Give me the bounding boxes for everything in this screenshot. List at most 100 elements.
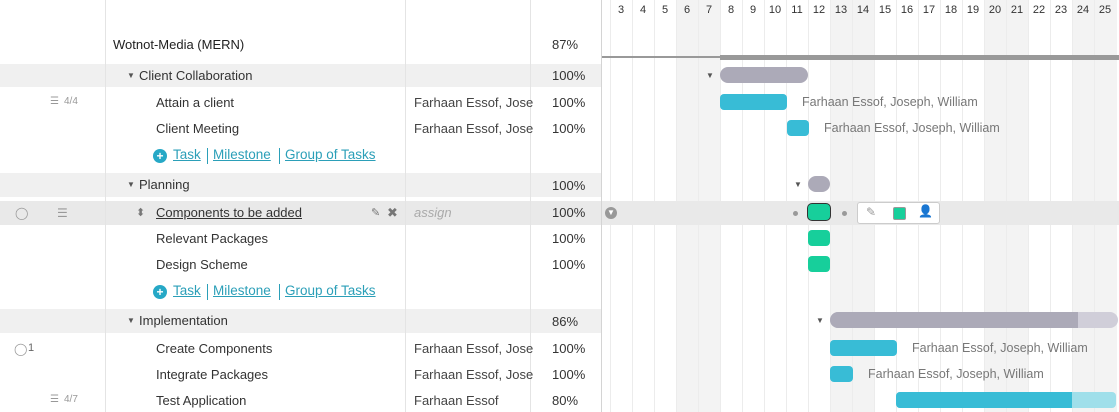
task-bar[interactable]	[787, 120, 809, 136]
task-percent: 100%	[552, 121, 586, 136]
group-name[interactable]: Implementation	[139, 313, 228, 329]
grid-divider	[105, 0, 106, 412]
link-dot[interactable]	[793, 211, 798, 216]
day-number: 24	[1076, 4, 1090, 16]
day-number: 4	[639, 4, 647, 16]
task-percent: 100%	[552, 205, 586, 220]
row-menu-icon[interactable]: ▼	[605, 207, 617, 219]
group-percent: 100%	[552, 178, 586, 193]
task-name[interactable]: Integrate Packages	[156, 367, 268, 383]
add-milestone-link[interactable]: Milestone	[213, 147, 271, 162]
collapse-triangle-icon[interactable]: ▼	[127, 180, 135, 189]
day-number: 23	[1054, 4, 1068, 16]
comment-icon[interactable]: ◯	[14, 342, 27, 356]
grid-divider	[405, 0, 406, 412]
add-task-link[interactable]: Task	[173, 283, 201, 298]
day-number: 22	[1032, 4, 1046, 16]
checklist-icon[interactable]: ☰	[50, 96, 59, 107]
checklist-count: 4/7	[64, 394, 78, 405]
link-dot[interactable]	[842, 211, 847, 216]
comment-icon[interactable]: ◯	[15, 206, 28, 220]
task-assignee[interactable]: Farhaan Essof, Jose	[414, 367, 533, 382]
task-bar[interactable]	[830, 340, 897, 356]
task-percent: 80%	[552, 393, 579, 408]
checklist-icon[interactable]: ☰	[50, 394, 59, 405]
bar-assignee-label: Farhaan Essof, Joseph, William	[912, 341, 1088, 355]
add-group-link[interactable]: Group of Tasks	[285, 147, 376, 162]
project-name[interactable]: Wotnot-Media (MERN)	[113, 37, 244, 53]
link-separator	[207, 284, 208, 300]
day-number: 8	[727, 4, 735, 16]
task-assignee[interactable]: Farhaan Essof	[414, 393, 499, 408]
task-bar[interactable]	[830, 366, 853, 382]
task-assignee[interactable]: Farhaan Essof, Jose	[414, 95, 533, 110]
collapse-triangle-icon[interactable]: ▼	[794, 180, 802, 189]
drag-handle-icon[interactable]: ⬍	[136, 206, 145, 219]
task-percent: 100%	[552, 341, 586, 356]
day-number: 25	[1098, 4, 1112, 16]
day-number: 3	[617, 4, 625, 16]
task-name[interactable]: Relevant Packages	[156, 231, 268, 247]
group-bar-progress	[830, 312, 1078, 328]
milestone-bar-selected[interactable]	[808, 204, 830, 220]
gantt-chart[interactable]: 3 4 5 6 7 8 9 10 11 12 13 14 15 16 17 18 19 20 21 22 23 24 25 …	[602, 0, 1119, 412]
collapse-triangle-icon[interactable]: ▼	[816, 316, 824, 325]
person-icon[interactable]: 👤	[918, 204, 933, 218]
delete-x-icon[interactable]: ✖	[387, 205, 398, 221]
assign-placeholder[interactable]: assign	[414, 205, 452, 220]
checklist-count: 4/4	[64, 96, 78, 107]
task-assignee[interactable]: Farhaan Essof, Jose	[414, 341, 533, 356]
add-task-link[interactable]: Task	[173, 147, 201, 162]
group-bar[interactable]	[720, 67, 808, 83]
task-percent: 100%	[552, 257, 586, 272]
add-icon[interactable]: +	[153, 149, 167, 163]
day-number: 12	[812, 4, 826, 16]
add-milestone-link[interactable]: Milestone	[213, 283, 271, 298]
day-number: 10	[768, 4, 782, 16]
task-percent: 100%	[552, 95, 586, 110]
add-icon[interactable]: +	[153, 285, 167, 299]
task-name[interactable]: Client Meeting	[156, 121, 239, 137]
group-name[interactable]: Planning	[139, 177, 190, 193]
collapse-triangle-icon[interactable]: ▼	[706, 71, 714, 80]
collapse-triangle-icon[interactable]: ▼	[127, 71, 135, 80]
link-separator	[279, 148, 280, 164]
color-swatch-icon[interactable]	[893, 207, 906, 220]
task-name[interactable]: Test Application	[156, 393, 246, 409]
day-number: 14	[856, 4, 870, 16]
day-number: 7	[705, 4, 713, 16]
day-number: 21	[1010, 4, 1024, 16]
task-bar-progress	[896, 392, 1072, 408]
task-name[interactable]: Design Scheme	[156, 257, 248, 273]
project-percent: 87%	[552, 37, 579, 52]
group-name[interactable]: Client Collaboration	[139, 68, 252, 84]
task-bar[interactable]	[720, 94, 787, 110]
group-row-bg	[0, 173, 601, 197]
task-name[interactable]: Components to be added	[156, 205, 302, 221]
group-percent: 86%	[552, 314, 579, 329]
group-bar[interactable]	[808, 176, 830, 192]
task-name[interactable]: Attain a client	[156, 95, 234, 111]
edit-pencil-icon[interactable]: ✎	[371, 206, 380, 219]
project-summary-bar	[720, 55, 1119, 60]
task-assignee[interactable]: Farhaan Essof, Jose	[414, 121, 533, 136]
day-number: 11	[791, 4, 803, 16]
day-number: 17	[922, 4, 936, 16]
task-name[interactable]: Create Components	[156, 341, 272, 357]
day-number: 18	[944, 4, 958, 16]
day-number: 9	[749, 4, 757, 16]
milestone-bar[interactable]	[808, 230, 830, 246]
day-number: 19	[966, 4, 980, 16]
group-row-bg	[0, 64, 601, 87]
checklist-icon[interactable]: ☰	[57, 206, 68, 220]
bar-assignee-label: Farhaan Essof, Joseph, William	[824, 121, 1000, 135]
edit-pencil-icon[interactable]: ✎	[866, 205, 876, 219]
add-group-link[interactable]: Group of Tasks	[285, 283, 376, 298]
bar-assignee-label: Farhaan Essof, Joseph, William	[868, 367, 1044, 381]
task-percent: 100%	[552, 367, 586, 382]
milestone-bar[interactable]	[808, 256, 830, 272]
day-number: 6	[683, 4, 691, 16]
collapse-triangle-icon[interactable]: ▼	[127, 316, 135, 325]
day-number: 5	[661, 4, 669, 16]
group-row-bg	[0, 309, 601, 333]
